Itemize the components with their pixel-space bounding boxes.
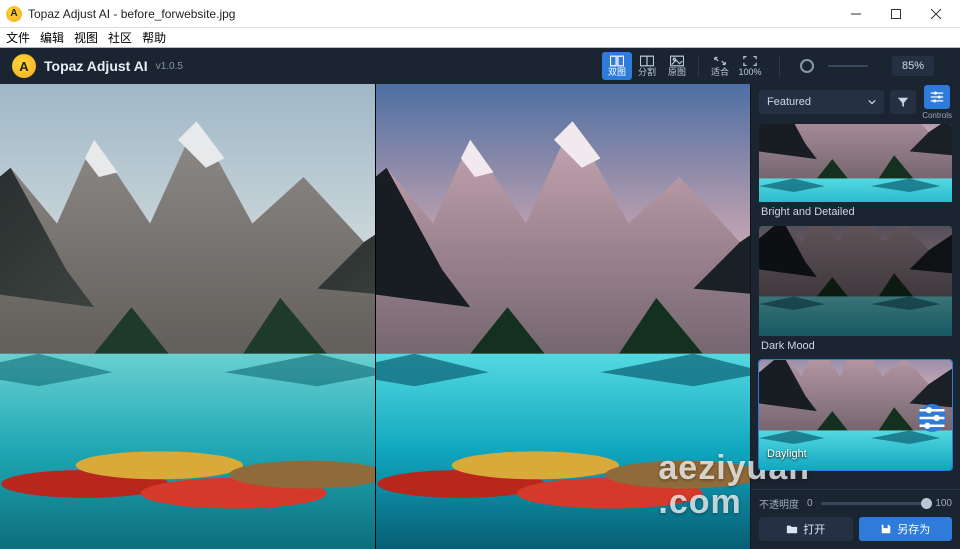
save-as-button[interactable]: 另存为 bbox=[859, 517, 953, 541]
window-minimize-button[interactable] bbox=[836, 0, 876, 28]
preset-list: Bright and Detailed Dark Mood Daylight bbox=[751, 120, 960, 489]
brand-version: v1.0.5 bbox=[156, 61, 183, 72]
open-button[interactable]: 打开 bbox=[759, 517, 853, 541]
opacity-min: 0 bbox=[807, 498, 813, 509]
image-compare-area[interactable]: aeziyuan.com bbox=[0, 84, 750, 549]
window-maximize-button[interactable] bbox=[876, 0, 916, 28]
menu-help[interactable]: 帮助 bbox=[142, 29, 166, 46]
view-split-button[interactable]: 分割 bbox=[632, 52, 662, 80]
window-close-button[interactable] bbox=[916, 0, 956, 28]
opacity-slider[interactable] bbox=[821, 502, 928, 505]
menu-bar: 文件 编辑 视图 社区 帮助 bbox=[0, 28, 960, 48]
menu-view[interactable]: 视图 bbox=[74, 29, 98, 46]
brand-name: Topaz Adjust AI bbox=[44, 58, 148, 74]
preset-category-dropdown[interactable]: Featured bbox=[759, 90, 884, 114]
zoom-slider[interactable] bbox=[828, 65, 868, 67]
window-titlebar: A Topaz Adjust AI - before_forwebsite.jp… bbox=[0, 0, 960, 28]
filter-icon-button[interactable] bbox=[890, 90, 916, 114]
before-pane[interactable] bbox=[0, 84, 375, 549]
funnel-icon bbox=[897, 96, 909, 108]
menu-community[interactable]: 社区 bbox=[108, 29, 132, 46]
brand-icon: A bbox=[12, 54, 36, 78]
view-single-button[interactable]: 原图 bbox=[662, 52, 692, 80]
view-mode-group: 双图 分割 原图 适合 100% bbox=[602, 52, 765, 80]
opacity-label: 不透明度 bbox=[759, 496, 799, 511]
window-title: Topaz Adjust AI - before_forwebsite.jpg bbox=[28, 7, 836, 21]
opacity-max: 100 bbox=[935, 498, 952, 509]
preset-daylight[interactable]: Daylight bbox=[759, 360, 952, 470]
zoom-value[interactable]: 85% bbox=[892, 56, 934, 76]
app-toolbar: A Topaz Adjust AI v1.0.5 双图 分割 原图 适合 bbox=[0, 48, 960, 84]
sliders-icon bbox=[930, 90, 944, 104]
zoom-reset-icon[interactable] bbox=[800, 59, 814, 73]
preset-dark-mood[interactable]: Dark Mood bbox=[759, 226, 952, 358]
view-100-button[interactable]: 100% bbox=[735, 52, 765, 80]
after-pane[interactable] bbox=[376, 84, 751, 549]
controls-label: Controls bbox=[922, 111, 952, 120]
side-panel-footer: 不透明度 0 100 打开 另存为 bbox=[751, 489, 960, 549]
side-panel: Featured Controls Bright and Detailed bbox=[750, 84, 960, 549]
preset-edit-icon[interactable] bbox=[918, 404, 946, 432]
view-dual-button[interactable]: 双图 bbox=[602, 52, 632, 80]
save-icon bbox=[880, 523, 892, 535]
chevron-down-icon bbox=[868, 98, 876, 106]
menu-file[interactable]: 文件 bbox=[6, 29, 30, 46]
app-icon: A bbox=[6, 6, 22, 22]
controls-toggle-button[interactable] bbox=[924, 85, 950, 109]
menu-edit[interactable]: 编辑 bbox=[40, 29, 64, 46]
folder-icon bbox=[786, 523, 798, 535]
preset-bright-and-detailed[interactable]: Bright and Detailed bbox=[759, 124, 952, 224]
view-fit-button[interactable]: 适合 bbox=[705, 52, 735, 80]
